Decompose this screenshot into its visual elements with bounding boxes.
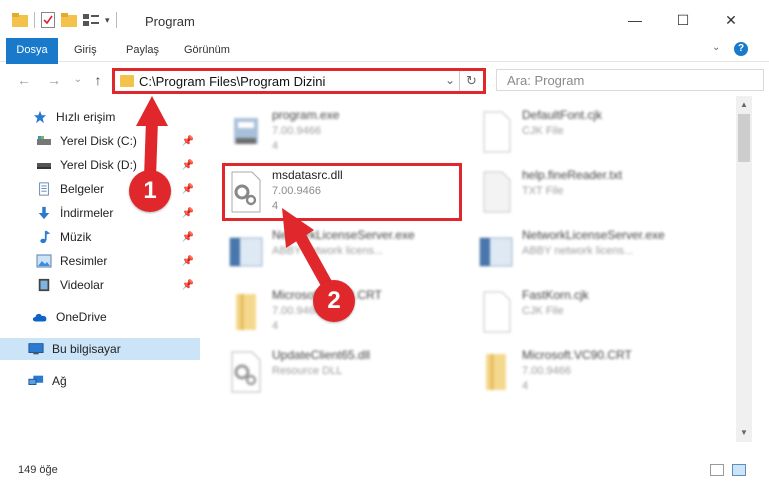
item-count: 149 öğe xyxy=(18,464,58,476)
step-2-badge: 2 xyxy=(313,280,355,322)
annotation-arrows xyxy=(136,96,336,296)
arrow-1-head xyxy=(136,96,168,126)
status-bar: 149 öğe xyxy=(0,458,769,482)
large-icons-view-icon[interactable] xyxy=(732,464,746,476)
details-view-icon[interactable] xyxy=(710,464,724,476)
step-1-badge: 1 xyxy=(129,170,171,212)
